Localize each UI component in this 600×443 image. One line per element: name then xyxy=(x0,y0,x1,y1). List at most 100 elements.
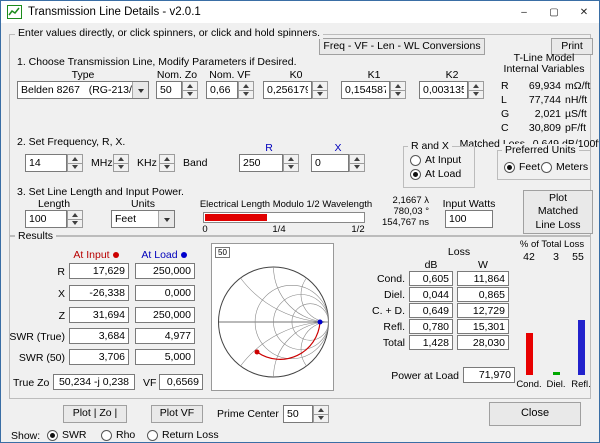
radio-show-rho[interactable]: Rho xyxy=(101,429,135,441)
at-input-header: At Input xyxy=(63,249,129,261)
loss-row-label: Cond. xyxy=(351,273,405,285)
tline-l-sym: L xyxy=(501,94,507,106)
loss-row-label: C. + D. xyxy=(351,305,405,317)
nom-vf-input[interactable] xyxy=(206,81,238,99)
k0-input[interactable] xyxy=(263,81,312,99)
result-row-label: R xyxy=(9,266,65,278)
result-x-at-load: 0,000 xyxy=(135,285,195,301)
prime-center-spinner[interactable] xyxy=(313,405,329,423)
k1-spinner[interactable] xyxy=(390,81,406,99)
k2-input[interactable] xyxy=(419,81,468,99)
prime-center-label: Prime Center xyxy=(217,408,279,420)
result-z-at-input: 31,694 xyxy=(69,307,129,323)
loss-cd-db: 0,649 xyxy=(409,303,453,318)
radio-at-input[interactable]: At Input xyxy=(410,154,461,166)
radio-at-load[interactable]: At Load xyxy=(410,168,461,180)
frequency-input[interactable] xyxy=(25,154,67,172)
mhz-label: MHz xyxy=(91,157,113,169)
khz-label: KHz xyxy=(137,157,157,169)
minimize-icon[interactable]: – xyxy=(509,1,539,23)
loss-refl-w: 15,301 xyxy=(457,319,509,334)
tline-l-value: 77,744 xyxy=(511,94,561,106)
nom-zo-spinner[interactable] xyxy=(182,81,198,99)
plot-zo-button[interactable]: Plot | Zo | xyxy=(63,405,127,423)
radio-icon xyxy=(410,155,421,166)
result-r-at-input: 17,629 xyxy=(69,263,129,279)
electrical-length-progress xyxy=(203,212,365,223)
close-icon[interactable]: ✕ xyxy=(569,1,599,23)
result-x-at-input: -26,338 xyxy=(69,285,129,301)
true-zo-label: True Zo xyxy=(13,377,49,389)
cond-loss-bar xyxy=(526,333,533,375)
k1-label: K1 xyxy=(349,69,399,81)
input-watts-input[interactable] xyxy=(445,210,493,228)
scale-half: 1/2 xyxy=(350,224,366,235)
app-window: Transmission Line Details - v2.0.1 – ▢ ✕… xyxy=(0,0,600,443)
frequency-spinner[interactable] xyxy=(67,154,83,172)
conversions-button[interactable]: Freq - VF - Len - WL Conversions xyxy=(319,38,485,55)
x-spinner[interactable] xyxy=(349,154,365,172)
tline-g-value: 2,021 xyxy=(511,108,561,120)
line-type-value: Belden 8267 (RG-213/U) xyxy=(18,82,132,98)
result-row-label: X xyxy=(9,288,65,300)
k2-spinner[interactable] xyxy=(468,81,484,99)
bar-label-cond: Cond. xyxy=(514,379,544,390)
nom-vf-spinner[interactable] xyxy=(238,81,254,99)
loss-row-label: Total xyxy=(351,337,405,349)
khz-step-spinner[interactable] xyxy=(159,154,175,172)
radio-icon xyxy=(541,162,552,173)
loss-diel-db: 0,044 xyxy=(409,287,453,302)
radio-feet[interactable]: Feet xyxy=(504,161,540,173)
mhz-step-spinner[interactable] xyxy=(113,154,129,172)
close-button[interactable]: Close xyxy=(489,402,581,426)
pct-refl-value: 55 xyxy=(570,251,586,263)
units-select[interactable]: Feet xyxy=(111,210,175,228)
k2-label: K2 xyxy=(427,69,477,81)
result-swr-50-at-input: 3,706 xyxy=(69,349,129,365)
result-row-label: SWR (True) xyxy=(9,331,65,343)
length-spinner[interactable] xyxy=(67,210,83,228)
x-label: X xyxy=(311,142,365,154)
maximize-icon[interactable]: ▢ xyxy=(539,1,569,23)
loss-db-header: dB xyxy=(409,259,453,271)
nom-zo-input[interactable] xyxy=(156,81,182,99)
units-label: Units xyxy=(111,198,175,210)
type-label: Type xyxy=(17,69,149,81)
radio-show-swr[interactable]: SWR xyxy=(47,429,87,441)
plot-matched-line-loss-button[interactable]: Plot Matched Line Loss xyxy=(523,190,593,234)
loss-diel-w: 0,865 xyxy=(457,287,509,302)
radio-meters[interactable]: Meters xyxy=(541,161,588,173)
r-input[interactable] xyxy=(239,154,283,172)
tline-g-unit: µS/ft xyxy=(565,108,587,120)
at-load-header: At Load xyxy=(131,249,197,261)
k0-spinner[interactable] xyxy=(312,81,328,99)
show-label: Show: xyxy=(11,430,40,442)
radio-show-return-loss[interactable]: Return Loss xyxy=(147,429,219,441)
length-input[interactable] xyxy=(25,210,67,228)
radio-icon xyxy=(410,169,421,180)
r-and-x-group xyxy=(403,146,475,188)
radio-icon xyxy=(147,430,158,441)
loss-title: Loss xyxy=(434,246,484,258)
bar-label-refl: Refl. xyxy=(567,379,595,390)
line-type-select[interactable]: Belden 8267 (RG-213/U) xyxy=(17,81,149,99)
result-z-at-load: 250,000 xyxy=(135,307,195,323)
section2-title: 2. Set Frequency, R, X. xyxy=(17,136,125,148)
tline-l-unit: nH/ft xyxy=(565,94,587,106)
results-title: Results xyxy=(15,230,56,242)
power-at-load-value: 71,970 xyxy=(463,367,515,383)
radio-icon xyxy=(504,162,515,173)
prime-center-input[interactable] xyxy=(283,405,313,423)
plot-vf-button[interactable]: Plot VF xyxy=(151,405,203,423)
chevron-down-icon[interactable] xyxy=(158,211,174,227)
tline-r-sym: R xyxy=(501,80,509,92)
chevron-down-icon[interactable] xyxy=(132,82,148,98)
x-input[interactable] xyxy=(311,154,349,172)
k1-input[interactable] xyxy=(341,81,390,99)
result-row-label: SWR (50) xyxy=(9,352,65,364)
readout-degrees: 780,03 ° xyxy=(369,206,429,217)
smith-chart-drawing xyxy=(212,244,335,392)
r-spinner[interactable] xyxy=(283,154,299,172)
result-r-at-load: 250,000 xyxy=(135,263,195,279)
loss-refl-db: 0,780 xyxy=(409,319,453,334)
